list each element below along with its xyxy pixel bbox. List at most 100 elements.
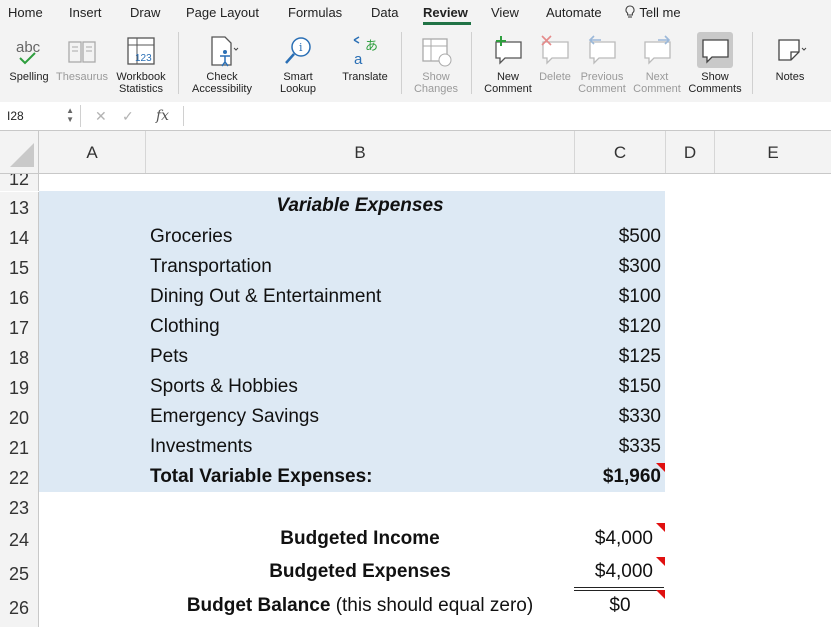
tab-draw[interactable]: Draw <box>130 5 160 20</box>
tab-view[interactable]: View <box>491 5 519 20</box>
confirm-entry-icon[interactable]: ✓ <box>122 108 134 125</box>
workbook-statistics-button[interactable]: 123 Workbook Statistics <box>110 26 172 102</box>
spelling-button[interactable]: abc Spelling <box>4 26 54 102</box>
expense-label[interactable]: Groceries <box>150 226 232 248</box>
new-comment-label: New Comment <box>484 71 532 95</box>
expense-value[interactable]: $150 <box>575 376 661 398</box>
smart-lookup-button[interactable]: i Smart Lookup <box>268 26 328 102</box>
cancel-entry-icon[interactable]: ✕ <box>95 108 107 125</box>
row-header-23[interactable]: 23 <box>0 492 39 522</box>
total-variable-expenses-value[interactable]: $1,960 <box>575 466 661 488</box>
row-header-16[interactable]: 16 <box>0 282 39 312</box>
budgeted-expenses-label[interactable]: Budgeted Expenses <box>146 561 574 583</box>
thesaurus-button[interactable]: Thesaurus <box>56 26 108 102</box>
comment-indicator-icon[interactable] <box>656 590 665 599</box>
next-comment-icon <box>644 35 671 65</box>
delete-comment-button[interactable]: Delete <box>535 26 575 102</box>
menu-bar: Home Insert Draw Page Layout Formulas Da… <box>0 0 831 26</box>
expense-value[interactable]: $120 <box>575 316 661 338</box>
formula-divider <box>183 106 184 126</box>
tab-insert[interactable]: Insert <box>69 5 102 20</box>
ribbon-separator <box>178 32 179 94</box>
notes-label: Notes <box>775 71 805 83</box>
row-header-12[interactable]: 12 <box>0 174 39 191</box>
comment-indicator-icon[interactable] <box>656 463 665 472</box>
notes-icon <box>778 39 807 61</box>
total-variable-expenses-label[interactable]: Total Variable Expenses: <box>150 466 372 488</box>
previous-comment-icon <box>588 35 616 65</box>
tab-data[interactable]: Data <box>371 5 398 20</box>
expense-value[interactable]: $125 <box>575 346 661 368</box>
tab-formulas[interactable]: Formulas <box>288 5 342 20</box>
expense-value[interactable]: $335 <box>575 436 661 458</box>
next-comment-button[interactable]: Next Comment <box>631 26 683 102</box>
column-header-c[interactable]: C <box>575 143 665 163</box>
row-header-19[interactable]: 19 <box>0 372 39 402</box>
expense-value[interactable]: $300 <box>575 256 661 278</box>
tab-review[interactable]: Review <box>423 5 468 20</box>
new-comment-button[interactable]: New Comment <box>478 26 538 102</box>
column-header-a[interactable]: A <box>39 143 145 163</box>
show-changes-button[interactable]: Show Changes <box>406 26 466 102</box>
row-header-25[interactable]: 25 <box>0 556 39 590</box>
expense-label[interactable]: Clothing <box>150 316 220 338</box>
budget-balance-value[interactable]: $0 <box>575 595 665 617</box>
budget-balance-cell[interactable]: Budget Balance (this should equal zero) <box>146 595 574 617</box>
show-comments-button[interactable]: Show Comments <box>686 26 744 102</box>
row-header-20[interactable]: 20 <box>0 402 39 432</box>
active-tab-indicator <box>423 22 471 25</box>
column-header-b[interactable]: B <box>146 143 574 163</box>
budget-balance-label: Budget Balance <box>186 595 331 616</box>
expense-value[interactable]: $500 <box>575 226 661 248</box>
select-all-corner[interactable] <box>0 131 39 173</box>
row-header-22[interactable]: 22 <box>0 462 39 492</box>
column-header-e[interactable]: E <box>715 143 831 163</box>
check-accessibility-label: Check Accessibility <box>192 71 252 95</box>
comment-indicator-icon[interactable] <box>656 523 665 532</box>
workbook-statistics-label: Workbook Statistics <box>116 71 166 95</box>
thesaurus-label: Thesaurus <box>56 71 108 83</box>
show-changes-label: Show Changes <box>413 71 459 95</box>
translate-icon: a あ <box>353 36 378 68</box>
expense-value[interactable]: $330 <box>575 406 661 428</box>
name-box-stepper-icon[interactable]: ▲ ▼ <box>66 106 74 124</box>
formula-bar: I28 ▲ ▼ ✕ ✓ fx <box>0 102 831 131</box>
thesaurus-book-icon <box>68 41 96 63</box>
insert-function-icon[interactable]: fx <box>156 108 169 124</box>
budgeted-income-value[interactable]: $4,000 <box>575 528 653 550</box>
row-header-17[interactable]: 17 <box>0 312 39 342</box>
tell-me-search[interactable]: Tell me <box>624 5 681 20</box>
workbook-statistics-icon: 123 <box>127 37 155 65</box>
previous-comment-button[interactable]: Previous Comment <box>576 26 628 102</box>
row-header-24[interactable]: 24 <box>0 522 39 556</box>
expense-label[interactable]: Transportation <box>150 256 272 278</box>
tab-home[interactable]: Home <box>8 5 43 20</box>
row-header-26[interactable]: 26 <box>0 590 39 627</box>
expense-label[interactable]: Sports & Hobbies <box>150 376 298 398</box>
comment-indicator-icon[interactable] <box>656 557 665 566</box>
previous-comment-label: Previous Comment <box>578 71 626 95</box>
budgeted-income-label[interactable]: Budgeted Income <box>146 528 574 550</box>
expense-label[interactable]: Investments <box>150 436 252 458</box>
row-header-15[interactable]: 15 <box>0 252 39 282</box>
budgeted-expenses-value[interactable]: $4,000 <box>575 561 653 583</box>
variable-expenses-header[interactable]: Variable Expenses <box>146 195 574 217</box>
formula-input[interactable] <box>185 104 825 128</box>
expense-label[interactable]: Emergency Savings <box>150 406 319 428</box>
expense-value[interactable]: $100 <box>575 286 661 308</box>
row-header-13[interactable]: 13 <box>0 192 39 222</box>
tab-automate[interactable]: Automate <box>546 5 602 20</box>
name-box[interactable]: I28 ▲ ▼ <box>0 105 81 127</box>
row-header-21[interactable]: 21 <box>0 432 39 462</box>
row-header-18[interactable]: 18 <box>0 342 39 372</box>
translate-icon-latin: a <box>354 51 363 68</box>
name-box-value: I28 <box>7 109 24 123</box>
expense-label[interactable]: Dining Out & Entertainment <box>150 286 381 308</box>
translate-button[interactable]: a あ Translate <box>336 26 394 102</box>
column-header-d[interactable]: D <box>666 143 714 163</box>
expense-label[interactable]: Pets <box>150 346 188 368</box>
check-accessibility-button[interactable]: Check Accessibility <box>186 26 258 102</box>
tab-page-layout[interactable]: Page Layout <box>186 5 259 20</box>
row-header-14[interactable]: 14 <box>0 222 39 252</box>
notes-button[interactable]: Notes <box>762 26 818 102</box>
